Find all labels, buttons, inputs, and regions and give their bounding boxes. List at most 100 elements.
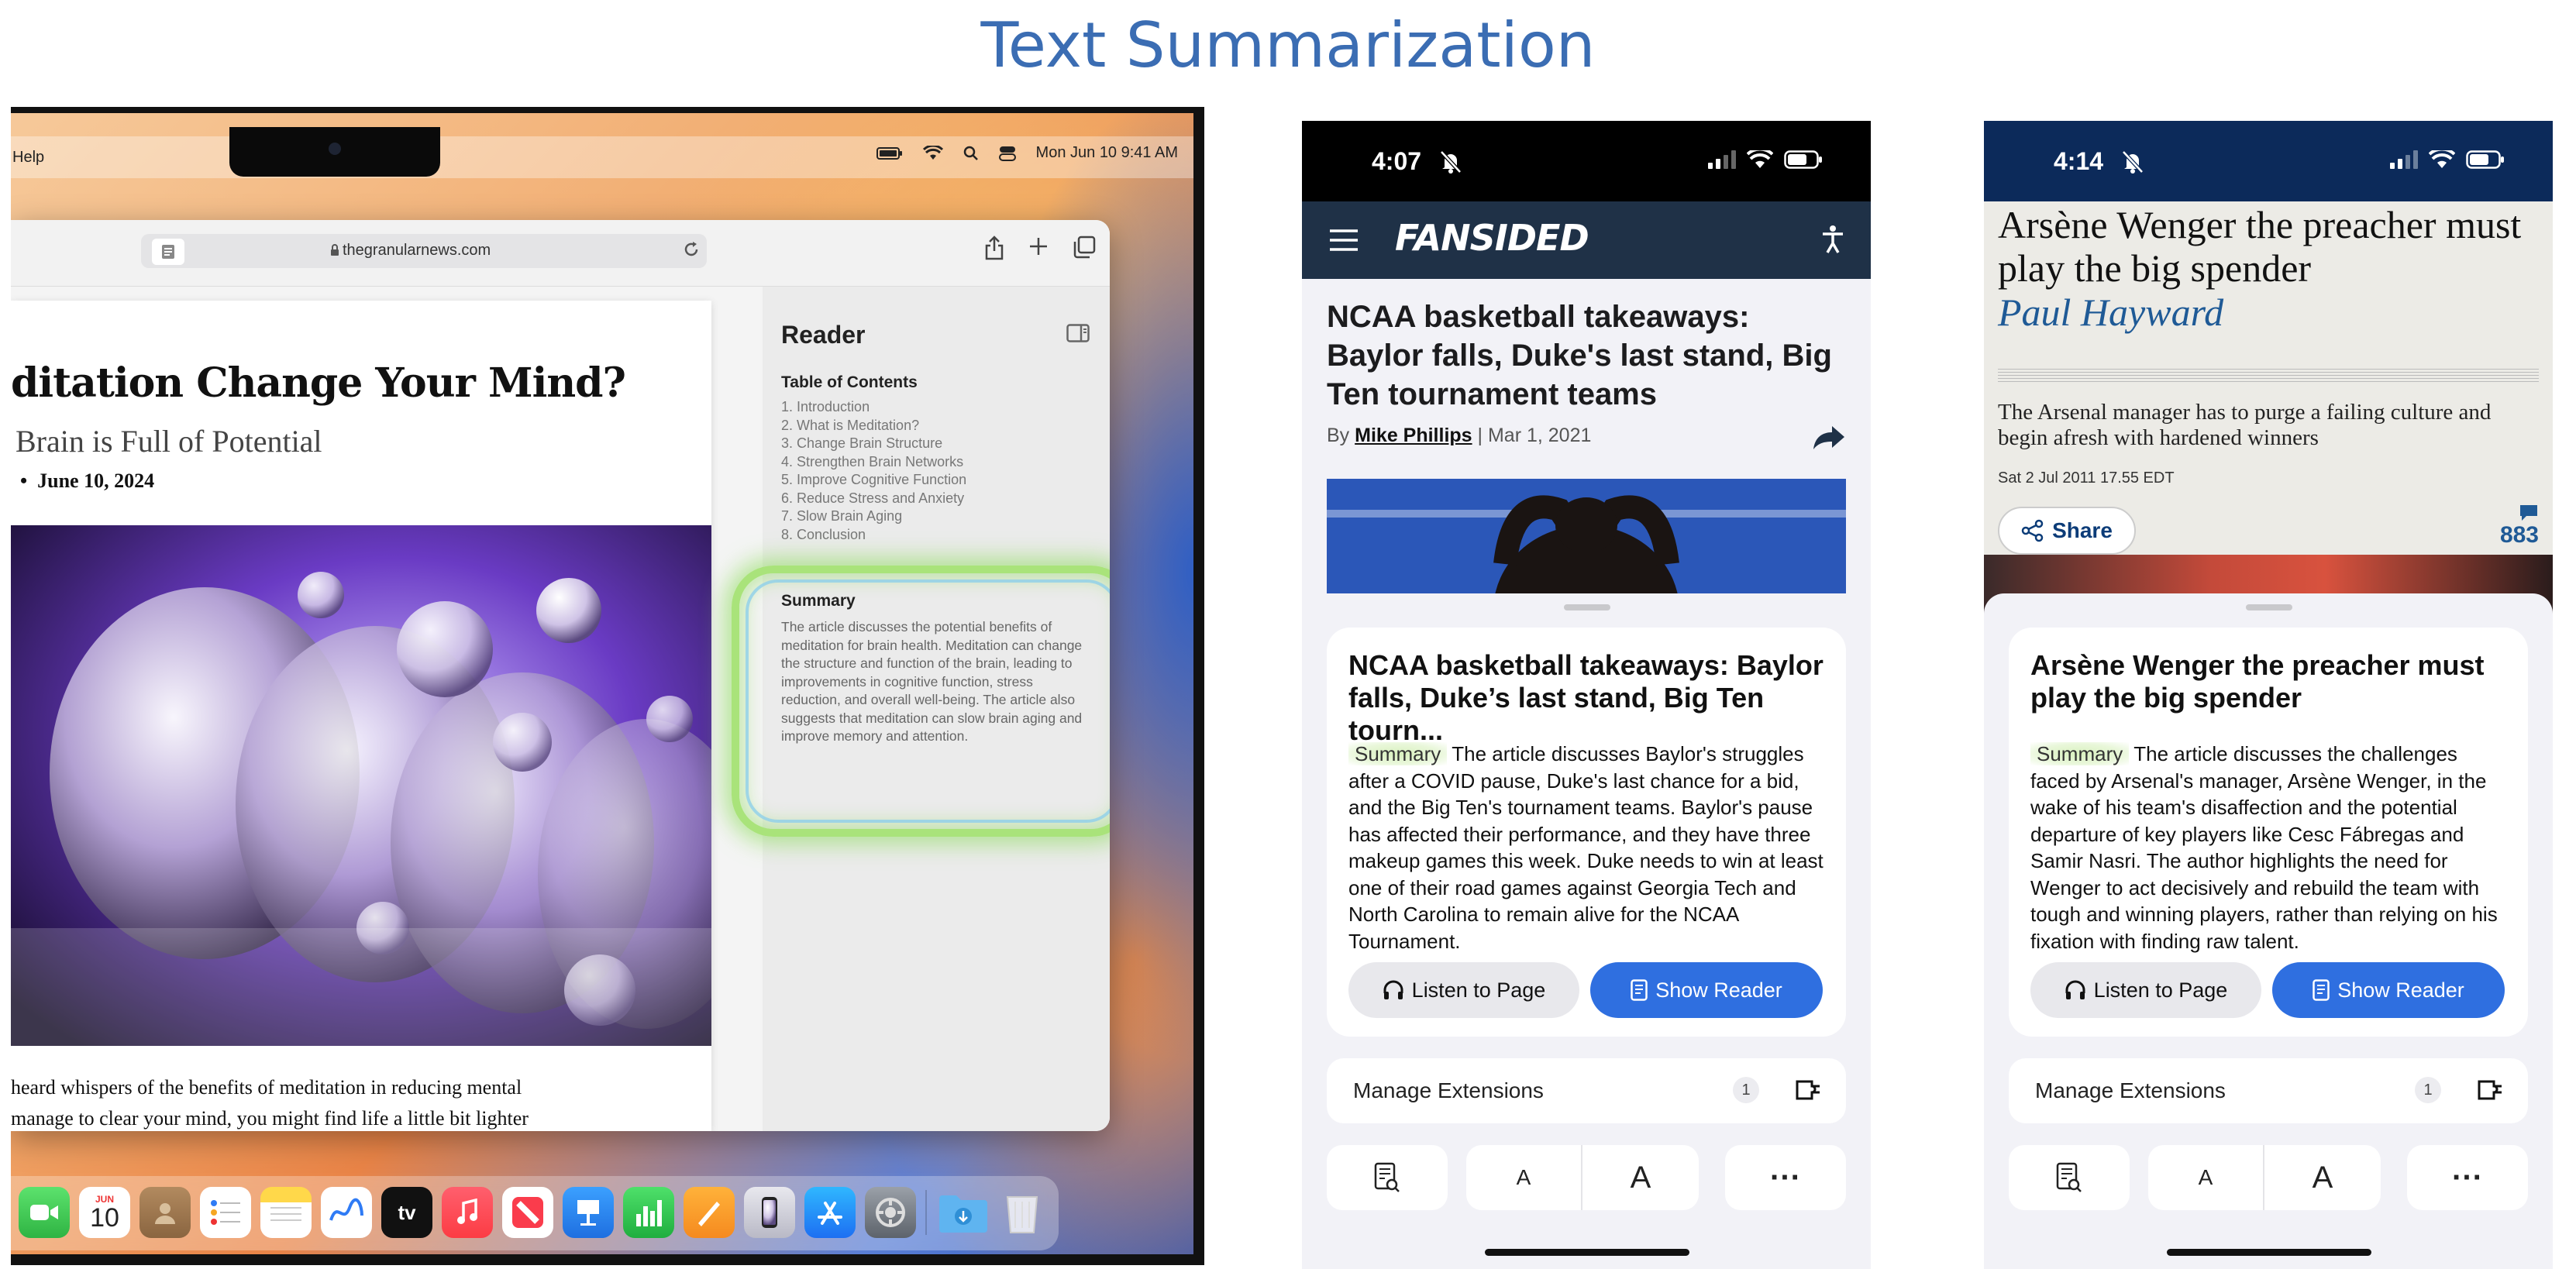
font-decrease-button[interactable]: A	[1466, 1145, 1581, 1210]
toc-item[interactable]: 6. Reduce Stress and Anxiety	[781, 490, 966, 508]
font-divider	[1581, 1145, 1582, 1210]
article-hero-image	[11, 525, 711, 1046]
app-store-icon[interactable]	[804, 1187, 856, 1238]
status-icons	[2390, 150, 2505, 169]
font-increase-button[interactable]: A	[1582, 1145, 1699, 1210]
wifi-icon[interactable]	[922, 145, 943, 161]
font-decrease-button[interactable]: A	[2148, 1145, 2263, 1210]
page-summary-button[interactable]	[2009, 1145, 2130, 1210]
pages-icon[interactable]	[684, 1187, 735, 1238]
calendar-icon[interactable]: JUN 10	[79, 1187, 130, 1238]
show-reader-button[interactable]: Show Reader	[2272, 962, 2505, 1018]
lock-icon	[330, 244, 339, 256]
trash-icon[interactable]	[997, 1187, 1048, 1238]
comments-number: 883	[2499, 522, 2539, 548]
listen-to-page-button[interactable]: Listen to Page	[1348, 962, 1579, 1018]
toc-item[interactable]: 7. Slow Brain Aging	[781, 507, 966, 526]
page-search-icon	[1374, 1162, 1400, 1193]
battery-icon[interactable]	[876, 146, 903, 160]
mac-screen: Help Mon Jun 10 9:41 AM thegranularnews.…	[11, 107, 1204, 1265]
toc-item[interactable]: 2. What is Meditation?	[781, 417, 966, 435]
summary-label: Summary	[2030, 742, 2130, 765]
share-arrow-icon[interactable]	[1812, 425, 1846, 451]
url-text[interactable]: thegranularnews.com	[343, 242, 491, 260]
new-tab-icon[interactable]	[1028, 236, 1049, 260]
sidebar-toggle-icon[interactable]	[1066, 324, 1090, 342]
menu-help[interactable]: Help	[12, 149, 44, 167]
web-content: ditation Change Your Mind? Brain is Full…	[11, 287, 763, 1131]
reader-icon	[1631, 979, 1648, 1001]
battery-icon	[1784, 150, 1823, 169]
summary-card-title: Arsène Wenger the preacher must play the…	[2030, 649, 2485, 714]
control-center-icon[interactable]	[998, 146, 1016, 161]
reminders-icon[interactable]	[200, 1187, 251, 1238]
tab-overview-icon[interactable]	[1073, 236, 1096, 260]
summary-sheet: Arsène Wenger the preacher must play the…	[1984, 593, 2553, 1269]
extension-puzzle-icon	[1795, 1077, 1823, 1103]
page-title: Text Summarization	[980, 9, 1596, 81]
author-link[interactable]: Mike Phillips	[1355, 425, 1472, 446]
facetime-icon[interactable]	[19, 1187, 70, 1238]
iphone-mirroring-icon[interactable]	[744, 1187, 795, 1238]
wifi-icon	[2429, 150, 2455, 169]
music-icon[interactable]	[442, 1187, 493, 1238]
system-settings-icon[interactable]	[865, 1187, 916, 1238]
extensions-count-badge: 1	[2415, 1077, 2441, 1103]
toc-item[interactable]: 4. Strengthen Brain Networks	[781, 453, 966, 472]
news-icon[interactable]	[502, 1187, 553, 1238]
sheet-grabber[interactable]	[2246, 604, 2292, 610]
manage-extensions-row[interactable]: Manage Extensions 1	[2009, 1058, 2528, 1123]
manage-extensions-row[interactable]: Manage Extensions 1	[1327, 1058, 1846, 1123]
tv-label: tv	[398, 1200, 416, 1224]
address-bar[interactable]: thegranularnews.com	[141, 234, 707, 268]
share-label: Share	[2052, 518, 2113, 542]
apple-tv-icon[interactable]: tv	[381, 1187, 432, 1238]
share-button[interactable]: Share	[1998, 507, 2136, 555]
bezel-top	[11, 107, 1204, 113]
show-reader-button[interactable]: Show Reader	[1590, 962, 1823, 1018]
comments-count[interactable]: 883	[2500, 504, 2539, 549]
share-icon[interactable]	[984, 236, 1004, 260]
wifi-icon	[1747, 150, 1773, 169]
article-subtitle: Brain is Full of Potential	[15, 424, 322, 459]
downloads-folder-icon[interactable]	[938, 1187, 989, 1238]
summary-text: Summary The article discusses Baylor's st…	[1348, 741, 1829, 954]
more-options-button[interactable]: ···	[2407, 1145, 2528, 1210]
menu-clock[interactable]: Mon Jun 10 9:41 AM	[1036, 144, 1178, 162]
accessibility-icon[interactable]	[1821, 225, 1844, 254]
site-logo[interactable]: FANSIDED	[1395, 217, 1589, 259]
article-body-line: manage to clear your mind, you might fin…	[11, 1107, 529, 1130]
toc-item[interactable]: 8. Conclusion	[781, 526, 966, 545]
hamburger-menu-icon[interactable]	[1328, 228, 1359, 253]
toc-item[interactable]: 1. Introduction	[781, 398, 966, 417]
page-summary-button[interactable]	[1327, 1145, 1448, 1210]
contacts-icon[interactable]	[139, 1187, 191, 1238]
toc-item[interactable]: 3. Change Brain Structure	[781, 435, 966, 453]
reader-mode-button[interactable]	[152, 239, 184, 265]
keynote-icon[interactable]	[563, 1187, 614, 1238]
more-options-button[interactable]: ···	[1725, 1145, 1846, 1210]
notes-icon[interactable]	[260, 1187, 312, 1238]
font-increase-button[interactable]: A	[2264, 1145, 2381, 1210]
toc-item[interactable]: 5. Improve Cognitive Function	[781, 471, 966, 490]
reload-icon[interactable]	[682, 240, 701, 259]
headphones-icon	[1383, 979, 1404, 1001]
iphone-fansided: 4:07 FANSIDED NCAA basketball takeaways:…	[1302, 121, 1871, 1269]
home-indicator[interactable]	[1485, 1249, 1689, 1256]
spotlight-search-icon[interactable]	[963, 146, 979, 161]
listen-to-page-button[interactable]: Listen to Page	[2030, 962, 2261, 1018]
status-bar: 4:07	[1302, 121, 1871, 201]
manage-extensions-label: Manage Extensions	[1353, 1078, 1544, 1102]
status-time: 4:14	[2054, 147, 2104, 175]
camera-notch	[229, 127, 440, 177]
listen-label: Listen to Page	[2093, 978, 2228, 1002]
toolbar-actions	[984, 236, 1096, 260]
site-nav: FANSIDED	[1302, 201, 1871, 279]
bezel-bottom	[11, 1254, 1204, 1265]
numbers-icon[interactable]	[623, 1187, 674, 1238]
sheet-grabber[interactable]	[1564, 604, 1610, 610]
article-date-text: June 10, 2024	[37, 469, 155, 492]
home-indicator[interactable]	[2167, 1249, 2371, 1256]
article-author[interactable]: Paul Hayward	[1998, 290, 2223, 335]
freeform-icon[interactable]	[321, 1187, 372, 1238]
